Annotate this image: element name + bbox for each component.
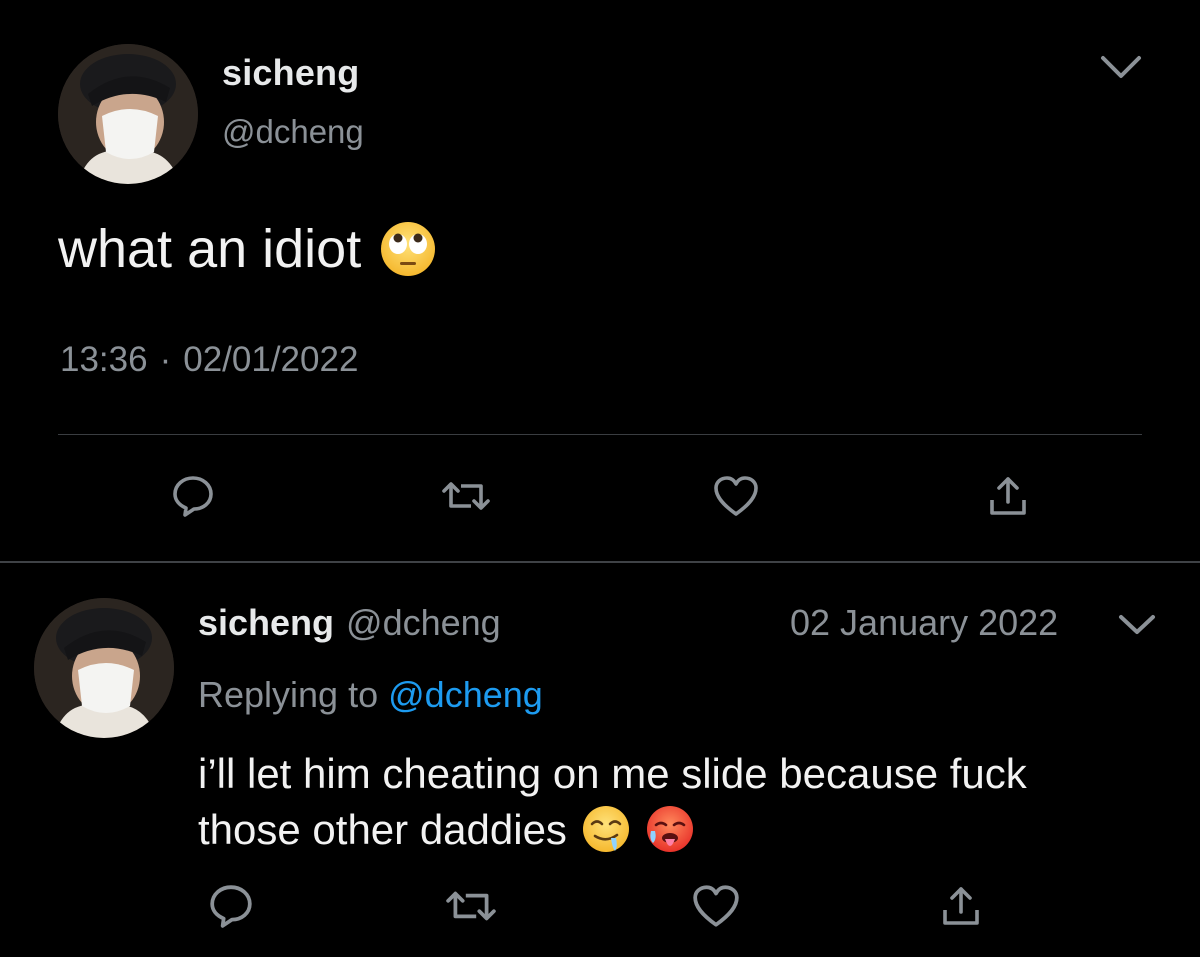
like-button[interactable]	[688, 878, 744, 934]
replying-to-label: Replying to	[198, 674, 379, 715]
replying-to: Replying to @dcheng	[198, 674, 543, 716]
avatar[interactable]	[58, 44, 198, 184]
reply-button[interactable]	[165, 468, 221, 524]
handle[interactable]: @dcheng	[346, 602, 501, 644]
rolling-eyes-emoji-icon	[379, 220, 437, 278]
like-icon	[693, 885, 739, 927]
chevron-down-icon[interactable]	[1117, 612, 1157, 638]
reply-text-line: i’ll let him cheating on me slide becaus…	[198, 750, 1027, 797]
tweet-text-content: what an idiot	[58, 219, 362, 279]
display-name[interactable]: sicheng	[222, 52, 359, 94]
display-name[interactable]: sicheng	[198, 602, 334, 644]
reply-button[interactable]	[203, 878, 259, 934]
retweet-button[interactable]	[438, 468, 494, 524]
reply-date[interactable]: 02 January 2022	[790, 602, 1058, 644]
reply-text: i’ll let him cheating on me slide becaus…	[198, 746, 1178, 858]
tweet-date: 02/01/2022	[183, 340, 359, 379]
reply-icon	[173, 476, 213, 517]
avatar[interactable]	[34, 598, 174, 738]
retweet-icon	[442, 482, 490, 510]
tweet-time: 13:36	[60, 340, 148, 379]
reply-text-line: those other daddies	[198, 802, 1178, 858]
tweet-timestamp[interactable]: 13:36 · 02/01/2022	[60, 340, 358, 380]
chevron-down-icon[interactable]	[1100, 52, 1142, 82]
hot-face-emoji-icon	[645, 805, 695, 855]
like-icon	[714, 476, 758, 516]
share-button[interactable]	[933, 878, 989, 934]
share-button[interactable]	[980, 468, 1036, 524]
reply-text-content: those other daddies	[198, 806, 567, 853]
share-icon	[943, 887, 979, 925]
share-icon	[990, 477, 1026, 515]
divider	[0, 561, 1200, 563]
retweet-icon	[446, 891, 496, 921]
reply-header: sicheng @dcheng	[198, 602, 501, 644]
handle[interactable]: @dcheng	[222, 113, 364, 151]
retweet-button[interactable]	[443, 878, 499, 934]
mention-link[interactable]: @dcheng	[388, 674, 543, 715]
divider	[58, 434, 1142, 435]
timestamp-separator: ·	[159, 340, 172, 379]
drooling-face-emoji-icon	[581, 805, 631, 855]
like-button[interactable]	[708, 468, 764, 524]
tweet-text: what an idiot	[58, 218, 437, 280]
reply-icon	[210, 885, 252, 928]
